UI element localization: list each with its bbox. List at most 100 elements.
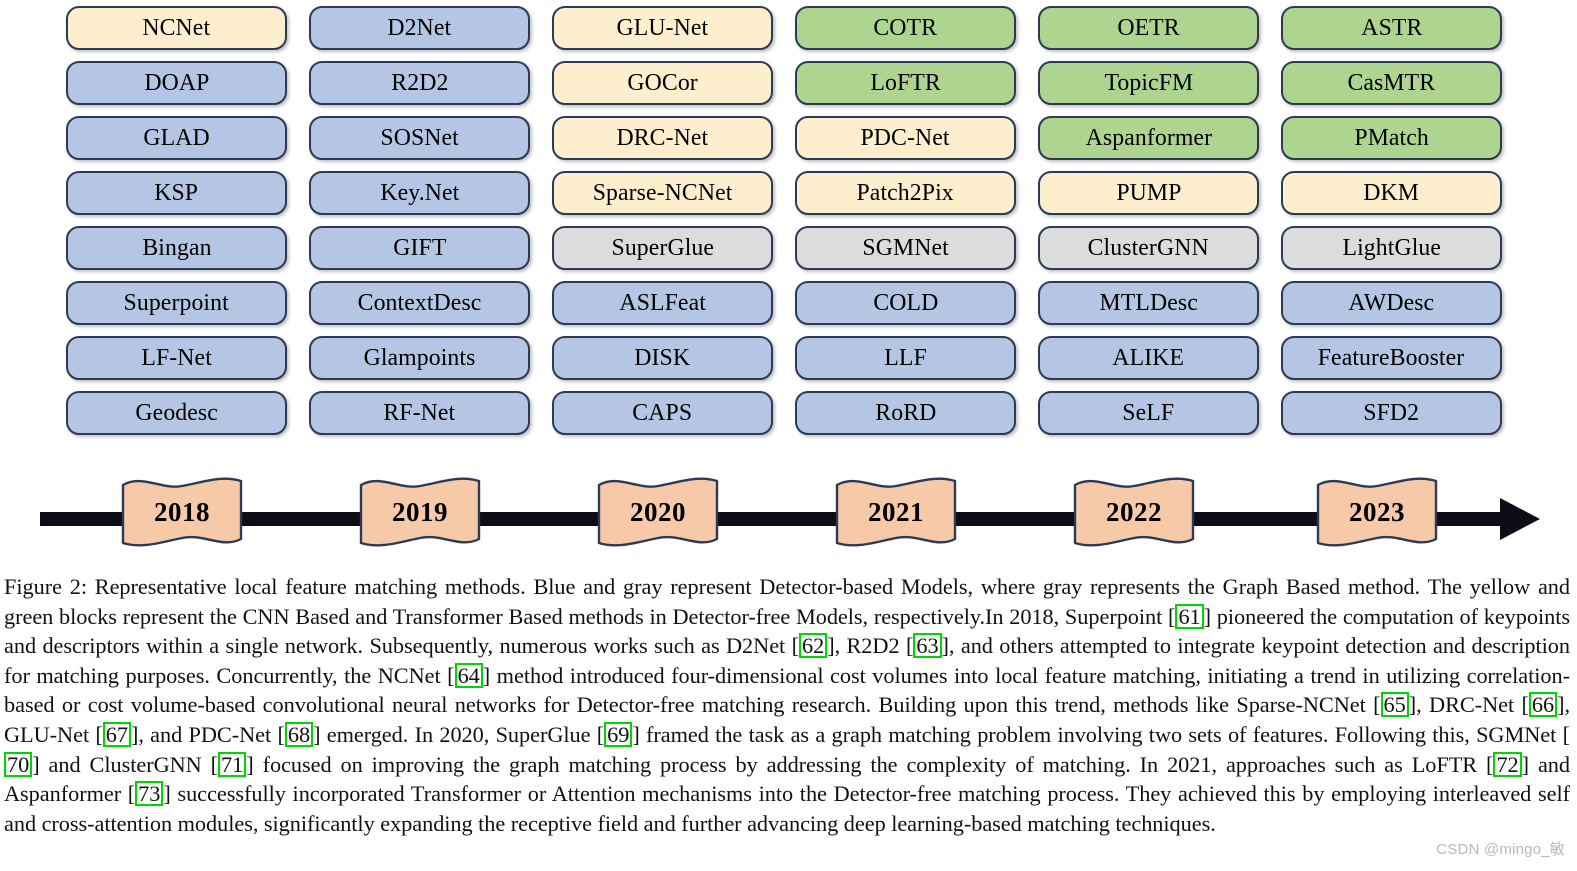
method-label: ASTR bbox=[1360, 15, 1423, 41]
year-ribbon[interactable]: 2018 bbox=[118, 476, 246, 548]
figure-caption: Figure 2: Representative local feature m… bbox=[4, 572, 1570, 838]
method-label: COTR bbox=[873, 15, 938, 41]
year-ribbon[interactable]: 2020 bbox=[594, 476, 722, 548]
method-label: CasMTR bbox=[1347, 70, 1436, 96]
method-box[interactable]: Geodesc bbox=[66, 391, 287, 435]
citation-link[interactable]: 73 bbox=[135, 781, 164, 807]
method-label: KSP bbox=[154, 180, 199, 206]
method-box[interactable]: CasMTR bbox=[1281, 61, 1502, 105]
citation-link[interactable]: 69 bbox=[604, 721, 633, 747]
method-box[interactable]: LightGlue bbox=[1281, 226, 1502, 270]
citation-link[interactable]: 72 bbox=[1493, 751, 1522, 777]
method-label: DISK bbox=[634, 345, 691, 371]
method-box[interactable]: DOAP bbox=[66, 61, 287, 105]
method-box[interactable]: MTLDesc bbox=[1038, 281, 1259, 325]
method-box[interactable]: GIFT bbox=[309, 226, 530, 270]
method-label: Patch2Pix bbox=[856, 180, 955, 206]
method-box[interactable]: CAPS bbox=[552, 391, 773, 435]
method-box[interactable]: ALIKE bbox=[1038, 336, 1259, 380]
method-box[interactable]: Sparse-NCNet bbox=[552, 171, 773, 215]
year-label: 2022 bbox=[1106, 496, 1162, 527]
method-box[interactable]: TopicFM bbox=[1038, 61, 1259, 105]
method-box[interactable]: LoFTR bbox=[795, 61, 1016, 105]
method-box[interactable]: SuperGlue bbox=[552, 226, 773, 270]
method-box[interactable]: GLAD bbox=[66, 116, 287, 160]
method-label: NCNet bbox=[142, 15, 211, 41]
method-box[interactable]: LF-Net bbox=[66, 336, 287, 380]
citation-link[interactable]: 65 bbox=[1380, 692, 1409, 718]
method-label: ContextDesc bbox=[357, 290, 482, 316]
method-box[interactable]: RF-Net bbox=[309, 391, 530, 435]
citation-link[interactable]: 70 bbox=[4, 751, 33, 777]
method-box[interactable]: Aspanformer bbox=[1038, 116, 1259, 160]
method-box[interactable]: Superpoint bbox=[66, 281, 287, 325]
citation-link[interactable]: 62 bbox=[798, 633, 828, 659]
method-box[interactable]: SeLF bbox=[1038, 391, 1259, 435]
citation-link[interactable]: 67 bbox=[102, 721, 131, 747]
year-ribbon[interactable]: 2021 bbox=[832, 476, 960, 548]
method-label: Superpoint bbox=[123, 290, 230, 316]
method-box[interactable]: GLU-Net bbox=[552, 6, 773, 50]
citation-link[interactable]: 64 bbox=[454, 662, 483, 688]
method-box[interactable]: Glampoints bbox=[309, 336, 530, 380]
method-box[interactable]: DRC-Net bbox=[552, 116, 773, 160]
method-label: CAPS bbox=[632, 400, 693, 426]
method-box[interactable]: COTR bbox=[795, 6, 1016, 50]
year-ribbon[interactable]: 2023 bbox=[1313, 476, 1441, 548]
caption-text: ] emerged. In 2020, SuperGlue [ bbox=[313, 721, 605, 747]
method-box[interactable]: COLD bbox=[795, 281, 1016, 325]
year-ribbon[interactable]: 2019 bbox=[356, 476, 484, 548]
method-box[interactable]: DKM bbox=[1281, 171, 1502, 215]
year-label: 2020 bbox=[630, 496, 686, 527]
method-box[interactable]: SGMNet bbox=[795, 226, 1016, 270]
citation-link[interactable]: 71 bbox=[218, 751, 247, 777]
method-box[interactable]: SFD2 bbox=[1281, 391, 1502, 435]
method-box[interactable]: PDC-Net bbox=[795, 116, 1016, 160]
method-box[interactable]: AWDesc bbox=[1281, 281, 1502, 325]
method-box[interactable]: NCNet bbox=[66, 6, 287, 50]
method-box[interactable]: PUMP bbox=[1038, 171, 1259, 215]
method-box[interactable]: KSP bbox=[66, 171, 287, 215]
citation-link[interactable]: 68 bbox=[284, 721, 314, 747]
method-label: RF-Net bbox=[383, 400, 456, 426]
method-label: SeLF bbox=[1122, 400, 1175, 426]
method-box[interactable]: ASTR bbox=[1281, 6, 1502, 50]
method-box[interactable]: Bingan bbox=[66, 226, 287, 270]
method-box[interactable]: FeatureBooster bbox=[1281, 336, 1502, 380]
method-label: ALIKE bbox=[1112, 345, 1185, 371]
year-label: 2018 bbox=[154, 496, 210, 527]
method-box[interactable]: ContextDesc bbox=[309, 281, 530, 325]
method-label: RoRD bbox=[874, 400, 937, 426]
timeline: 2018 2019 2020 2021 2022 2023 bbox=[0, 476, 1577, 562]
method-label: LLF bbox=[884, 345, 927, 371]
method-box[interactable]: Patch2Pix bbox=[795, 171, 1016, 215]
caption-text: ] framed the task as a graph matching pr… bbox=[632, 721, 1570, 747]
method-box[interactable]: LLF bbox=[795, 336, 1016, 380]
method-box[interactable]: ASLFeat bbox=[552, 281, 773, 325]
method-label: LF-Net bbox=[141, 345, 212, 371]
method-box[interactable]: RoRD bbox=[795, 391, 1016, 435]
year-ribbon[interactable]: 2022 bbox=[1070, 476, 1198, 548]
method-box[interactable]: Key.Net bbox=[309, 171, 530, 215]
method-box[interactable]: D2Net bbox=[309, 6, 530, 50]
method-box[interactable]: SOSNet bbox=[309, 116, 530, 160]
citation-link[interactable]: 61 bbox=[1175, 603, 1204, 629]
method-box[interactable]: R2D2 bbox=[309, 61, 530, 105]
method-grid: NCNet D2Net GLU-Net COTR OETR ASTR DOAP R2D2 GOC… bbox=[66, 6, 1502, 435]
citation-link[interactable]: 66 bbox=[1528, 692, 1558, 718]
method-box[interactable]: GOCor bbox=[552, 61, 773, 105]
method-label: PMatch bbox=[1354, 125, 1429, 151]
method-box[interactable]: OETR bbox=[1038, 6, 1259, 50]
method-label: MTLDesc bbox=[1099, 290, 1198, 316]
method-label: Glampoints bbox=[363, 345, 476, 371]
method-label: AWDesc bbox=[1348, 290, 1435, 316]
citation-link[interactable]: 63 bbox=[913, 633, 942, 659]
method-box[interactable]: DISK bbox=[552, 336, 773, 380]
method-box[interactable]: ClusterGNN bbox=[1038, 226, 1259, 270]
caption-text: ], R2D2 [ bbox=[827, 633, 914, 659]
method-label: FeatureBooster bbox=[1318, 345, 1465, 371]
method-label: Bingan bbox=[141, 235, 212, 261]
method-label: OETR bbox=[1117, 15, 1180, 41]
caption-text: ], and PDC-Net [ bbox=[130, 721, 285, 747]
method-box[interactable]: PMatch bbox=[1281, 116, 1502, 160]
